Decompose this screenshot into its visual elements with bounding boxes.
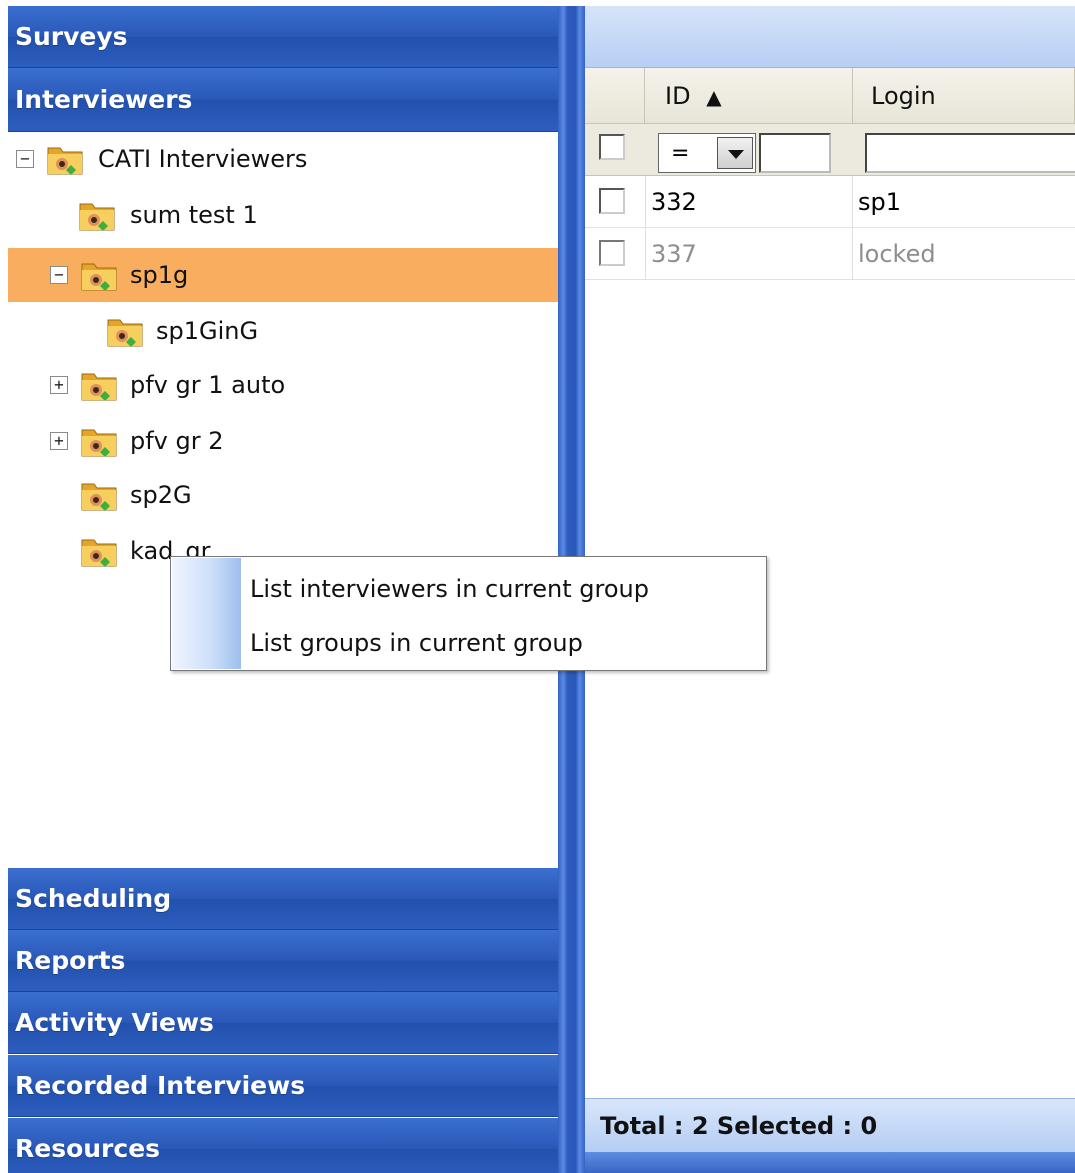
interviewer-folder-icon [107, 319, 143, 347]
column-header-login[interactable]: Login [853, 68, 1075, 124]
section-surveys[interactable]: Surveys [8, 6, 558, 68]
row-checkbox[interactable] [599, 240, 625, 266]
tree-node-group[interactable]: sum test 1 [8, 188, 558, 242]
expand-icon[interactable]: + [50, 432, 68, 450]
interviewer-folder-icon [47, 147, 83, 175]
collapse-icon[interactable]: − [50, 266, 68, 284]
collapse-icon[interactable]: − [16, 150, 34, 168]
interviewer-folder-icon [81, 373, 117, 401]
column-divider [645, 176, 646, 280]
context-menu: List interviewers in current group List … [170, 556, 767, 671]
column-header-id[interactable]: ID ▲ [645, 68, 853, 124]
section-interviewers[interactable]: Interviewers [8, 68, 558, 132]
total-selected-text: Total : 2 Selected : 0 [600, 1112, 878, 1140]
interviewer-group-tree: − CATI Interviewers sum test 1 − sp1g sp… [8, 132, 558, 868]
interviewer-folder-icon [81, 429, 117, 457]
tree-node-group-selected[interactable]: − sp1g [8, 248, 558, 302]
menu-item-list-groups[interactable]: List groups in current group [250, 617, 760, 669]
filter-row: = [585, 124, 1075, 176]
cell-id: 337 [651, 240, 697, 268]
tree-node-root[interactable]: − CATI Interviewers [8, 132, 558, 186]
section-recorded-interviews[interactable]: Recorded Interviews [8, 1055, 558, 1117]
row-checkbox[interactable] [599, 188, 625, 214]
sort-ascending-icon: ▲ [706, 85, 722, 109]
expand-icon[interactable]: + [50, 376, 68, 394]
select-all-checkbox[interactable] [599, 134, 625, 160]
section-activity-views[interactable]: Activity Views [8, 992, 558, 1054]
section-scheduling[interactable]: Scheduling [8, 868, 558, 930]
menu-item-list-interviewers[interactable]: List interviewers in current group [250, 563, 760, 615]
section-resources[interactable]: Resources [8, 1118, 558, 1173]
tree-node-label: pfv gr 1 auto [130, 371, 286, 399]
interviewer-folder-icon [81, 539, 117, 567]
section-reports[interactable]: Reports [8, 930, 558, 992]
select-all-column-header [585, 68, 645, 124]
tree-node-label: sum test 1 [130, 201, 258, 229]
column-header-label: Login [871, 82, 936, 110]
cell-id: 332 [651, 188, 697, 216]
interviewer-folder-icon [79, 203, 115, 231]
grid-toolbar [585, 6, 1075, 68]
dropdown-arrow-icon[interactable] [717, 137, 753, 169]
id-filter-operator-select[interactable]: = [658, 133, 756, 173]
tree-node-label: sp1g [130, 261, 189, 289]
tree-node-group[interactable]: sp1GinG [8, 304, 558, 358]
cell-login: locked [858, 240, 936, 268]
operator-value: = [671, 141, 690, 166]
context-menu-icon-gutter [172, 558, 241, 669]
login-filter-input[interactable] [865, 133, 1075, 173]
column-header-label: ID [665, 82, 691, 110]
id-filter-input[interactable] [759, 133, 831, 173]
cell-login: sp1 [858, 188, 902, 216]
grid-status-bar: Total : 2 Selected : 0 [585, 1098, 1075, 1152]
interviewer-folder-icon [81, 483, 117, 511]
tree-node-group[interactable]: + pfv gr 1 auto [8, 358, 558, 412]
grid-bottom-bar [585, 1152, 1075, 1173]
tree-node-label: sp1GinG [156, 317, 259, 345]
tree-node-label: sp2G [130, 481, 192, 509]
column-divider [852, 176, 853, 280]
tree-node-label: CATI Interviewers [98, 145, 308, 173]
table-row-locked[interactable]: 337 locked [585, 228, 1075, 280]
tree-node-group[interactable]: sp2G [8, 468, 558, 522]
tree-node-group[interactable]: + pfv gr 2 [8, 414, 558, 468]
table-row[interactable]: 332 sp1 [585, 176, 1075, 228]
interviewer-folder-icon [81, 263, 117, 291]
tree-node-label: pfv gr 2 [130, 427, 224, 455]
